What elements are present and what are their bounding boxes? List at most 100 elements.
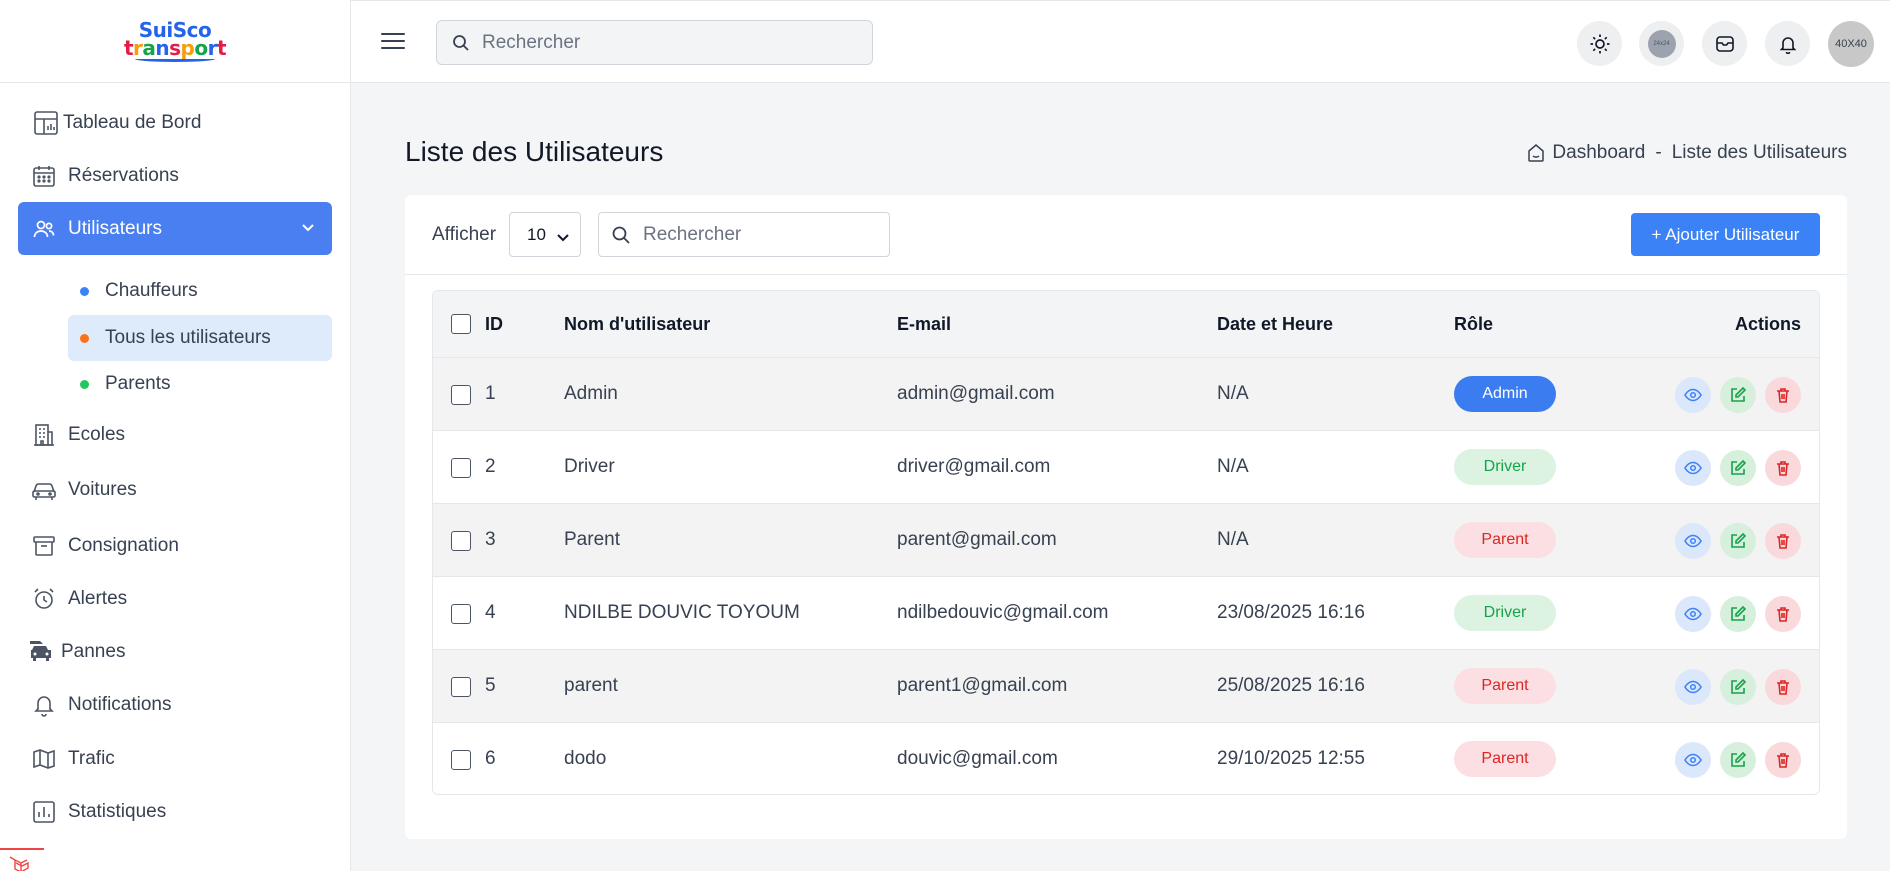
- column-header-actions: Actions: [1734, 314, 1801, 334]
- edit-button[interactable]: [1720, 669, 1756, 705]
- theme-toggle-button[interactable]: [1577, 21, 1622, 66]
- sidebar-subitem-chauffeurs[interactable]: Chauffeurs: [68, 268, 332, 314]
- column-header-id[interactable]: ID: [485, 314, 503, 335]
- breadcrumb-home-link[interactable]: Dashboard: [1552, 142, 1645, 164]
- notifications-button[interactable]: [1765, 21, 1810, 66]
- sidebar-item-voitures[interactable]: Voitures: [18, 463, 332, 516]
- user-avatar[interactable]: 40X40: [1828, 21, 1874, 67]
- users-card: Afficher 10 + Ajouter Utilisateur ID Nom…: [405, 195, 1847, 839]
- edit-button[interactable]: [1720, 523, 1756, 559]
- sidebar-item-tableau-de-bord[interactable]: Tableau de Bord: [18, 96, 332, 149]
- edit-icon: [1731, 678, 1747, 694]
- calendar-icon: [30, 162, 58, 190]
- trash-icon: [1777, 461, 1789, 476]
- role-badge: Driver: [1454, 449, 1556, 485]
- cell-id: 2: [485, 456, 496, 477]
- sidebar-subitem-tous-les-utilisateurs[interactable]: Tous les utilisateurs: [68, 315, 332, 361]
- delete-button[interactable]: [1765, 450, 1801, 486]
- column-header-role[interactable]: Rôle: [1454, 314, 1493, 335]
- trash-icon: [1777, 680, 1789, 695]
- select-all-checkbox[interactable]: [451, 314, 471, 334]
- view-button[interactable]: [1675, 377, 1711, 413]
- eye-icon: [1684, 607, 1702, 621]
- cell-name: dodo: [564, 748, 607, 769]
- delete-button[interactable]: [1765, 596, 1801, 632]
- cell-date: N/A: [1217, 383, 1249, 404]
- view-button[interactable]: [1675, 669, 1711, 705]
- messages-button[interactable]: [1702, 21, 1747, 66]
- table-row: 4 NDILBE DOUVIC TOYOUM ndilbedouvic@gmai…: [433, 577, 1819, 650]
- edit-button[interactable]: [1720, 450, 1756, 486]
- row-checkbox[interactable]: [451, 531, 471, 551]
- view-button[interactable]: [1675, 450, 1711, 486]
- column-header-date[interactable]: Date et Heure: [1217, 314, 1333, 335]
- page-size-value: 10: [527, 224, 546, 244]
- add-user-button[interactable]: + Ajouter Utilisateur: [1631, 213, 1820, 256]
- role-badge: Parent: [1454, 741, 1556, 777]
- sidebar-item-consignation[interactable]: Consignation: [18, 519, 332, 572]
- header-search-input[interactable]: [482, 31, 862, 54]
- cell-date: N/A: [1217, 456, 1249, 477]
- sidebar-item-statistiques[interactable]: Statistiques: [18, 785, 332, 838]
- delete-button[interactable]: [1765, 377, 1801, 413]
- sidebar-item-reservations[interactable]: Réservations: [18, 149, 332, 202]
- view-button[interactable]: [1675, 596, 1711, 632]
- sidebar: SuiSco transport Tableau de Bord Réserva…: [0, 0, 351, 871]
- flag-placeholder: 24x24: [1647, 29, 1676, 58]
- edit-button[interactable]: [1720, 596, 1756, 632]
- eye-icon: [1684, 680, 1702, 694]
- trash-icon: [1777, 534, 1789, 549]
- sidebar-item-pannes[interactable]: Pannes: [18, 625, 332, 678]
- delete-button[interactable]: [1765, 742, 1801, 778]
- sidebar-item-notifications[interactable]: Notifications: [18, 678, 332, 731]
- menu-toggle-icon[interactable]: [381, 31, 405, 51]
- subitem-label: Chauffeurs: [105, 280, 198, 301]
- cell-date: 29/10/2025 12:55: [1217, 748, 1365, 769]
- row-checkbox[interactable]: [451, 385, 471, 405]
- bullet-dot: [80, 286, 89, 296]
- subitem-label: Tous les utilisateurs: [105, 327, 271, 348]
- language-button[interactable]: 24x24: [1639, 21, 1684, 66]
- page-title: Liste des Utilisateurs: [405, 136, 664, 167]
- sidebar-item-utilisateurs[interactable]: Utilisateurs: [18, 202, 332, 255]
- cell-name: Driver: [564, 456, 615, 477]
- edit-icon: [1731, 751, 1747, 767]
- delete-button[interactable]: [1765, 523, 1801, 559]
- trash-icon: [1777, 753, 1789, 768]
- cell-email: parent1@gmail.com: [897, 675, 1068, 696]
- brand-swoosh: [135, 56, 215, 62]
- eye-icon: [1684, 753, 1702, 767]
- sidebar-item-label: Pannes: [61, 640, 126, 662]
- table-header: ID Nom d'utilisateur E-mail Date et Heur…: [433, 291, 1819, 358]
- column-header-email[interactable]: E-mail: [897, 314, 951, 335]
- search-icon: [611, 225, 631, 245]
- delete-button[interactable]: [1765, 669, 1801, 705]
- table-search-input[interactable]: [643, 223, 873, 246]
- sidebar-item-label: Trafic: [68, 747, 115, 769]
- cell-name: NDILBE DOUVIC TOYOUM: [564, 602, 800, 623]
- users-table: ID Nom d'utilisateur E-mail Date et Heur…: [432, 290, 1820, 795]
- sidebar-item-alertes[interactable]: Alertes: [18, 572, 332, 625]
- page-size-select[interactable]: 10: [509, 212, 581, 257]
- cell-id: 3: [485, 529, 496, 550]
- row-checkbox[interactable]: [451, 458, 471, 478]
- map-icon: [30, 745, 58, 773]
- row-checkbox[interactable]: [451, 604, 471, 624]
- cell-name: parent: [564, 675, 618, 696]
- sidebar-subitem-parents[interactable]: Parents: [68, 361, 332, 407]
- edit-button[interactable]: [1720, 742, 1756, 778]
- view-button[interactable]: [1675, 742, 1711, 778]
- header-search: [436, 20, 873, 65]
- cell-id: 4: [485, 602, 496, 623]
- sidebar-item-trafic[interactable]: Trafic: [18, 732, 332, 785]
- building-icon: [30, 421, 58, 449]
- brand-logo[interactable]: SuiSco transport: [120, 11, 230, 71]
- row-checkbox[interactable]: [451, 750, 471, 770]
- edit-button[interactable]: [1720, 377, 1756, 413]
- column-header-name[interactable]: Nom d'utilisateur: [564, 314, 710, 335]
- sidebar-item-ecoles[interactable]: Ecoles: [18, 408, 332, 461]
- view-button[interactable]: [1675, 523, 1711, 559]
- cell-email: driver@gmail.com: [897, 456, 1051, 477]
- row-checkbox[interactable]: [451, 677, 471, 697]
- show-entries-label: Afficher: [432, 224, 497, 245]
